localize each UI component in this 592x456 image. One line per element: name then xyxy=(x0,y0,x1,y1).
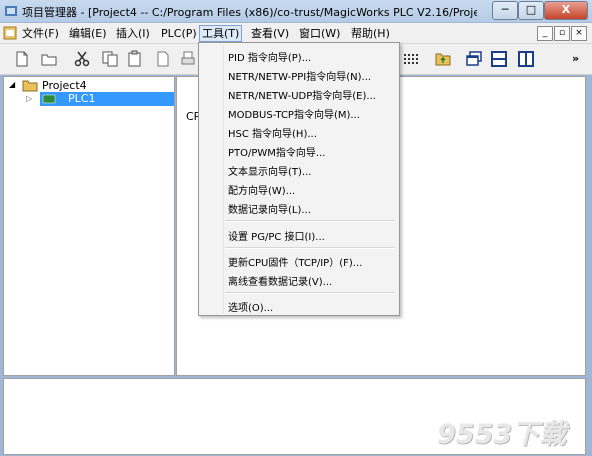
toolbar-overflow-chevron[interactable]: » xyxy=(572,52,579,65)
menu-view[interactable]: 查看(V) xyxy=(249,26,291,41)
menu-item-netr-ppi-wizard[interactable]: NETR/NETW-PPI指令向导(N)... xyxy=(228,68,371,83)
plc-icon xyxy=(42,94,56,104)
open-folder-icon[interactable] xyxy=(40,50,58,68)
document-icon-2[interactable] xyxy=(154,50,172,68)
mdi-restore-button[interactable]: ▫ xyxy=(554,26,570,41)
title-bar: 项目管理器 - [Project4 -- C:/Program Files (x… xyxy=(0,0,592,23)
menu-window[interactable]: 窗口(W) xyxy=(297,26,342,41)
menu-item-text-display-wizard[interactable]: 文本显示向导(T)... xyxy=(228,163,311,178)
tree-item-plc-selected[interactable]: PLC1 xyxy=(40,92,174,106)
tree-item-project[interactable]: Project4 xyxy=(42,79,87,92)
menu-edit[interactable]: 编辑(E) xyxy=(67,26,109,41)
windows-icon[interactable] xyxy=(465,50,483,68)
paste-icon[interactable] xyxy=(126,50,144,68)
menu-separator xyxy=(225,292,395,294)
split-vertical-icon[interactable] xyxy=(517,50,535,68)
tree-item-plc-label: PLC1 xyxy=(68,92,96,105)
menu-item-pto-pwm-wizard[interactable]: PTO/PWM指令向导... xyxy=(228,144,325,159)
menu-item-options[interactable]: 选项(O)... xyxy=(228,299,273,314)
split-horizontal-icon[interactable] xyxy=(490,50,508,68)
menu-help[interactable]: 帮助(H) xyxy=(349,26,392,41)
menu-item-pid-wizard[interactable]: PID 指令向导(P)... xyxy=(228,49,311,64)
menu-separator xyxy=(225,220,395,222)
tools-dropdown-menu: PID 指令向导(P)... NETR/NETW-PPI指令向导(N)... N… xyxy=(198,42,400,316)
menu-file[interactable]: 文件(F) xyxy=(20,26,61,41)
menu-item-update-cpu-firmware[interactable]: 更新CPU固件（TCP/IP）(F)... xyxy=(228,254,362,269)
menu-plc[interactable]: PLC(P) xyxy=(159,26,199,41)
mdi-close-button[interactable]: × xyxy=(571,26,587,41)
project-tree: ◢ Project4 ▷ PLC1 xyxy=(3,76,175,376)
project-folder-icon xyxy=(22,78,38,92)
print-icon[interactable] xyxy=(180,50,198,68)
expand-arrow-icon[interactable]: ◢ xyxy=(9,80,15,89)
close-button[interactable]: X xyxy=(544,1,588,20)
grid-icon[interactable] xyxy=(402,50,420,68)
cut-icon[interactable] xyxy=(73,50,91,68)
menu-insert[interactable]: 插入(I) xyxy=(114,26,152,41)
menu-bar: 文件(F) 编辑(E) 插入(I) PLC(P) 工具(T) 查看(V) 窗口(… xyxy=(0,23,592,44)
minimize-button[interactable]: ─ xyxy=(492,1,518,20)
window-title: 项目管理器 - [Project4 -- C:/Program Files (x… xyxy=(22,6,477,19)
menu-item-offline-view-data-log[interactable]: 离线查看数据记录(V)... xyxy=(228,273,332,288)
menu-item-data-log-wizard[interactable]: 数据记录向导(L)... xyxy=(228,201,311,216)
menu-item-hsc-wizard[interactable]: HSC 指令向导(H)... xyxy=(228,125,317,140)
menu-separator xyxy=(225,247,395,249)
watermark-logo: 9553下载 xyxy=(437,419,567,450)
folder-up-icon[interactable] xyxy=(434,50,452,68)
menu-item-recipe-wizard[interactable]: 配方向导(W)... xyxy=(228,182,295,197)
new-file-icon[interactable] xyxy=(13,50,31,68)
mdi-minimize-button[interactable]: _ xyxy=(537,26,553,41)
menu-tools[interactable]: 工具(T) xyxy=(199,25,243,42)
maximize-button[interactable]: □ xyxy=(518,1,544,20)
document-icon[interactable] xyxy=(3,26,17,40)
menu-gutter xyxy=(223,45,224,313)
menu-item-netr-udp-wizard[interactable]: NETR/NETW-UDP指令向导(E)... xyxy=(228,87,376,102)
app-icon xyxy=(4,4,18,18)
copy-icon[interactable] xyxy=(101,50,119,68)
menu-item-modbus-tcp-wizard[interactable]: MODBUS-TCP指令向导(M)... xyxy=(228,106,360,121)
collapse-arrow-icon[interactable]: ▷ xyxy=(26,94,32,103)
menu-item-set-pg-pc-interface[interactable]: 设置 PG/PC 接口(I)... xyxy=(228,228,325,243)
